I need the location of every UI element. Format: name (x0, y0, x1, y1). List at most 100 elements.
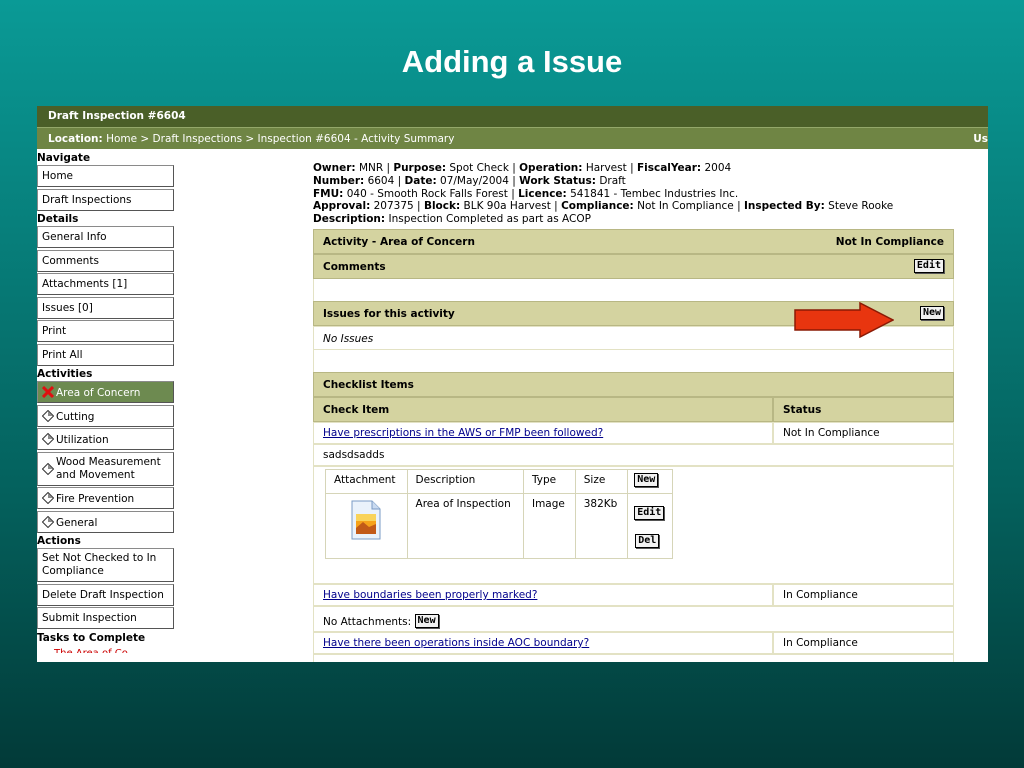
check-item-link[interactable]: Have prescriptions in the AWS or FMP bee… (323, 427, 603, 439)
checklist-title: Checklist Items (323, 378, 414, 391)
attach-type: Image (522, 492, 576, 559)
col-status: Status (773, 396, 954, 422)
block-label: Block: (423, 200, 461, 213)
checklist-header: Check Item Status (313, 396, 954, 422)
activity-title: Activity - Area of Concern (323, 235, 475, 248)
diamond-icon (41, 432, 55, 446)
check-item-link[interactable]: Have boundaries been properly marked? (323, 589, 537, 601)
activity-panel: Activity - Area of Concern Not In Compli… (313, 228, 954, 662)
nav-general-info[interactable]: General Info (37, 226, 174, 248)
compliance-label: Compliance: (561, 200, 634, 213)
image-file-icon[interactable] (350, 500, 382, 540)
activity-cutting[interactable]: Cutting (37, 404, 174, 427)
page-header: Draft Inspection #6604 (37, 106, 988, 127)
check-item-status: Not In Compliance (773, 421, 954, 444)
nav-home[interactable]: Home (37, 165, 174, 187)
activity-fire-prevention[interactable]: Fire Prevention (37, 487, 174, 509)
tasks-heading: Tasks to Complete (37, 631, 146, 644)
nav-attachments[interactable]: Attachments [1] (37, 273, 174, 295)
inspection-meta: Owner: MNR | Purpose: Spot Check | Opera… (313, 162, 894, 226)
diamond-icon (41, 491, 55, 505)
attach-col-attachment: Attachment (325, 468, 408, 494)
attach-col-size: Size (574, 468, 629, 494)
fiscal-label: FiscalYear: (636, 162, 702, 174)
action-delete-draft[interactable]: Delete Draft Inspection (37, 583, 174, 606)
nav-draft-inspections[interactable]: Draft Inspections (37, 188, 174, 211)
activity-label: Area of Concern (56, 387, 141, 399)
nav-print[interactable]: Print (37, 320, 174, 342)
attachment-table: Attachment Description Type Size New Are… (325, 468, 673, 559)
activity-status: Not In Compliance (835, 235, 944, 248)
block-value: BLK 90a Harvest (463, 200, 551, 213)
activity-utilization[interactable]: Utilization (37, 428, 174, 450)
callout-arrow-icon (794, 301, 895, 341)
owner-label: Owner: (313, 162, 356, 174)
comments-title: Comments (323, 260, 386, 273)
sidebar: Navigate Home Draft Inspections Details … (37, 151, 175, 653)
no-attachments-label: No Attachments: (323, 615, 412, 628)
owner-value: MNR (358, 162, 384, 174)
table-row: Have there been operations inside AOC bo… (313, 631, 954, 654)
fmu-value: 040 - Smooth Rock Falls Forest (346, 187, 508, 200)
work-status-value: Draft (599, 174, 626, 187)
issues-title: Issues for this activity (323, 307, 455, 320)
slide-title: Adding a Issue (401, 44, 623, 79)
user-label: Us (973, 133, 988, 145)
nav-print-all[interactable]: Print All (37, 343, 174, 366)
description-value: Inspection Completed as part as ACOP (388, 213, 591, 226)
attachments-row: No Attachments: New (313, 653, 954, 662)
activity-label: Cutting (56, 410, 95, 423)
date-value: 07/May/2004 (440, 174, 509, 187)
attachments-row: No Attachments: New (313, 605, 954, 632)
tasks-note[interactable]: The Area of Co... (37, 645, 175, 653)
activity-wood-measurement[interactable]: Wood Measurement and Movement (37, 451, 174, 486)
col-check-item: Check Item (313, 396, 773, 422)
delete-attachment-button[interactable]: Del (635, 533, 660, 548)
location-label: Location: (48, 133, 103, 145)
activity-bar: Activity - Area of Concern Not In Compli… (313, 228, 954, 254)
new-attachment-button[interactable]: New (634, 472, 659, 487)
navigate-heading: Navigate (37, 152, 91, 164)
check-item-status: In Compliance (773, 583, 954, 606)
diamond-icon (41, 515, 55, 528)
checklist-bar: Checklist Items (313, 371, 954, 397)
location-path[interactable]: Home > Draft Inspections > Inspection #6… (106, 133, 454, 145)
purpose-label: Purpose: (393, 162, 447, 174)
fiscal-value: 2004 (704, 162, 732, 174)
attach-col-description: Description (406, 468, 524, 494)
edit-attachment-button[interactable]: Edit (634, 505, 665, 520)
x-icon (41, 385, 55, 399)
operation-value: Harvest (585, 162, 627, 174)
action-submit-inspection[interactable]: Submit Inspection (37, 607, 174, 629)
activity-label: Wood Measurement and Movement (56, 456, 161, 482)
attach-description: Area of Inspection (406, 492, 524, 559)
fmu-label: FMU: (313, 187, 344, 200)
new-attachment-button[interactable]: New (414, 613, 439, 628)
action-set-not-checked[interactable]: Set Not Checked to In Compliance (37, 548, 174, 582)
activity-label-line2: and Movement (56, 468, 135, 481)
description-label: Description: (313, 213, 386, 226)
number-label: Number: (313, 174, 365, 187)
table-row: Have boundaries been properly marked? In… (313, 583, 954, 606)
approval-value: 207375 (373, 200, 414, 213)
activity-general[interactable]: General (37, 510, 174, 533)
activity-area-of-concern[interactable]: Area of Concern (37, 381, 174, 403)
licence-label: Licence: (518, 187, 567, 200)
activity-label: General (56, 516, 98, 529)
compliance-value: Not In Compliance (637, 200, 734, 213)
operation-label: Operation: (519, 162, 583, 174)
activity-label-line1: Wood Measurement (56, 455, 161, 468)
action-label-line2: Compliance (42, 565, 104, 577)
new-issue-button[interactable]: New (919, 305, 944, 320)
edit-comments-button[interactable]: Edit (913, 258, 944, 273)
table-row: Have prescriptions in the AWS or FMP bee… (313, 421, 954, 444)
actions-heading: Actions (37, 535, 81, 547)
attach-size: 382Kb (574, 492, 629, 559)
main-content: Owner: MNR | Purpose: Spot Check | Opera… (313, 162, 955, 662)
check-item-comment: sadsdsadds (313, 443, 954, 466)
nav-comments[interactable]: Comments (37, 249, 174, 272)
inspected-label: Inspected By: (743, 200, 825, 213)
activities-heading: Activities (37, 368, 93, 380)
check-item-link[interactable]: Have there been operations inside AOC bo… (323, 637, 589, 649)
nav-issues[interactable]: Issues [0] (37, 296, 174, 319)
